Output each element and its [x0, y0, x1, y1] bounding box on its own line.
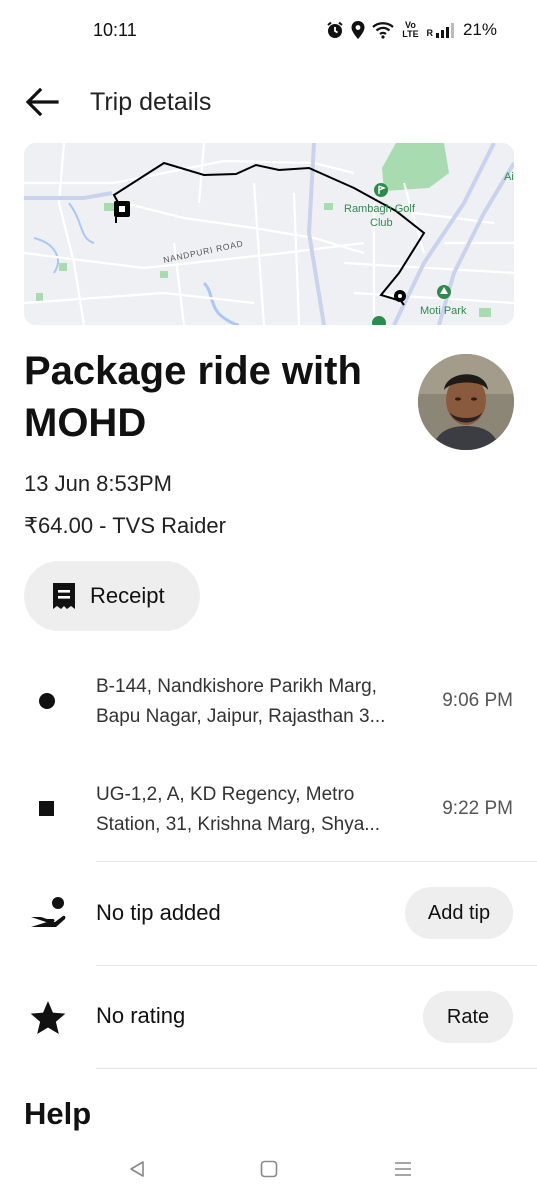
ride-fare: ₹64.00 - TVS Raider [24, 513, 226, 538]
dropoff-address-line2: Station, 31, Krishna Marg, Shya... [96, 814, 381, 835]
divider [96, 1068, 537, 1069]
dropoff-address: UG-1,2, A, KD Regency, Metro Station, 31… [96, 780, 416, 840]
back-triangle-icon [130, 1161, 144, 1177]
pickup-address: B-144, Nandkishore Parikh Marg, Bapu Nag… [96, 672, 416, 732]
rating-label: No rating [96, 1003, 186, 1028]
back-button[interactable] [22, 84, 62, 120]
dropoff-address-line1: UG-1,2, A, KD Regency, Metro [96, 784, 355, 805]
receipt-label: Receipt [90, 583, 165, 608]
system-nav-bar [0, 1140, 537, 1200]
network-label: Vo LTE [402, 20, 419, 39]
pickup-marker [394, 290, 406, 302]
ride-title-line1: Package ride with [24, 349, 362, 393]
map-canvas: NANDPURI ROAD Rambagh Golf Club Moti Par… [24, 143, 514, 325]
status-icons: Vo LTE R 21% [326, 18, 497, 42]
pickup-address-line2: Bapu Nagar, Jaipur, Rajasthan 3... [96, 706, 386, 727]
status-time: 10:11 [93, 20, 137, 40]
star-icon [30, 1001, 66, 1034]
signal-icon: R [426, 22, 454, 38]
pickup-time: 9:06 PM [442, 690, 513, 711]
map-poi-moti-park: Moti Park [420, 305, 467, 317]
nav-recents-button[interactable] [388, 1154, 418, 1184]
rating-row: No rating Rate [0, 966, 537, 1068]
add-tip-button[interactable]: Add tip [405, 887, 513, 939]
header: Trip details [0, 70, 537, 134]
nav-home-button[interactable] [254, 1154, 284, 1184]
map-poi-golf-line1: Rambagh Golf [344, 203, 416, 215]
tip-row: No tip added Add tip [0, 862, 537, 964]
ride-title: Package ride with MOHD [24, 345, 404, 449]
status-bar: 10:11 Vo LTE R 21% [0, 0, 537, 62]
help-section-title: Help [24, 1096, 92, 1131]
hand-coin-icon [31, 897, 66, 927]
location-icon [351, 21, 365, 39]
map-edge-label: Ai [504, 171, 514, 183]
recents-menu-icon [395, 1162, 411, 1176]
dropoff-time: 9:22 PM [442, 798, 513, 819]
circle-icon [39, 693, 55, 709]
route-map[interactable]: NANDPURI ROAD Rambagh Golf Club Moti Par… [24, 143, 514, 325]
page-title: Trip details [90, 88, 212, 116]
pickup-address-line1: B-144, Nandkishore Parikh Marg, [96, 676, 377, 697]
pickup-stop[interactable]: B-144, Nandkishore Parikh Marg, Bapu Nag… [0, 670, 537, 750]
avatar-photo [418, 354, 514, 450]
tip-label: No tip added [96, 900, 221, 925]
nav-back-button[interactable] [122, 1154, 152, 1184]
volte-icon: Vo LTE [401, 21, 419, 39]
driver-avatar[interactable] [418, 354, 514, 450]
rate-button[interactable]: Rate [423, 991, 513, 1043]
wifi-icon [372, 22, 395, 39]
ride-date: 13 Jun 8:53PM [24, 471, 172, 496]
dropoff-stop[interactable]: UG-1,2, A, KD Regency, Metro Station, 31… [0, 778, 537, 858]
ride-title-line2: MOHD [24, 401, 147, 445]
home-square-icon [260, 1160, 278, 1178]
arrow-left-icon [25, 88, 59, 116]
receipt-icon [53, 583, 75, 609]
receipt-button[interactable]: Receipt [24, 561, 200, 631]
roaming-label: R [426, 28, 433, 38]
square-icon [39, 801, 54, 816]
map-poi-golf-line2: Club [370, 217, 393, 229]
battery-level: 21% [462, 20, 497, 39]
golf-poi-icon [374, 183, 388, 197]
alarm-icon [327, 21, 344, 38]
